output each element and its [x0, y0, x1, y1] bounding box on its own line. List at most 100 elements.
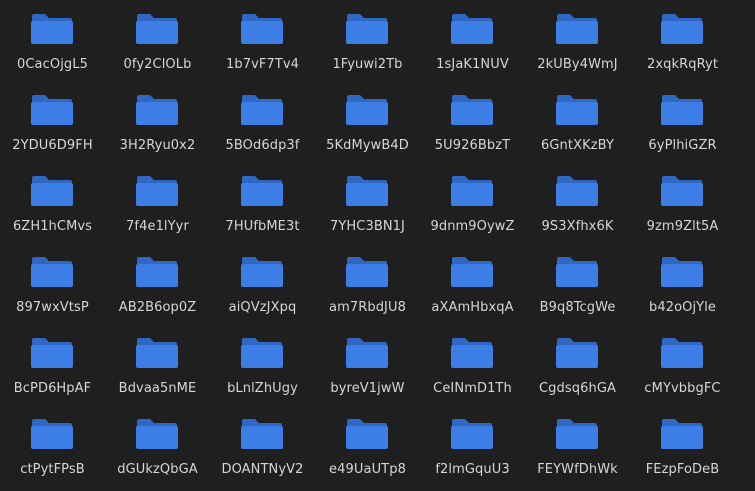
folder-item[interactable]: bLnlZhUgy [210, 324, 315, 404]
folder-icon [30, 175, 74, 207]
folder-item[interactable]: 0fy2ClOLb [105, 0, 210, 80]
folder-icon [135, 175, 179, 207]
folder-icon [660, 337, 704, 369]
folder-label: 7YHC3BN1J [330, 219, 405, 234]
folder-label: cMYvbbgFC [644, 381, 721, 396]
folder-icon [240, 175, 284, 207]
folder-icon [450, 418, 494, 450]
folder-item[interactable]: 2kUBy4WmJ [525, 0, 630, 80]
folder-label: 2kUBy4WmJ [537, 57, 618, 72]
folder-label: 5BOd6dp3f [225, 138, 300, 153]
folder-icon [555, 13, 599, 45]
folder-label: 897wxVtsP [16, 300, 89, 315]
folder-label: Cgdsq6hGA [539, 381, 616, 396]
folder-item[interactable]: 2xqkRqRyt [630, 0, 735, 80]
folder-item[interactable]: DOANTNyV2 [210, 405, 315, 485]
folder-item[interactable]: e49UaUTp8 [315, 405, 420, 485]
folder-label: e49UaUTp8 [329, 462, 406, 477]
folder-icon [345, 418, 389, 450]
folder-label: byreV1jwW [330, 381, 405, 396]
folder-item[interactable]: 5BOd6dp3f [210, 81, 315, 161]
folder-item[interactable]: 7f4e1lYyr [105, 162, 210, 242]
folder-label: 1Fyuwi2Tb [332, 57, 403, 72]
folder-label: 6ZH1hCMvs [12, 219, 93, 234]
folder-item[interactable]: FEYWfDhWk [525, 405, 630, 485]
folder-icon [450, 337, 494, 369]
folder-item[interactable]: 897wxVtsP [0, 243, 105, 323]
folder-item[interactable]: f2lmGquU3 [420, 405, 525, 485]
folder-item[interactable]: 6ZH1hCMvs [0, 162, 105, 242]
folder-item[interactable]: B9q8TcgWe [525, 243, 630, 323]
folder-item[interactable]: dGUkzQbGA [105, 405, 210, 485]
folder-label: 9dnm9OywZ [430, 219, 515, 234]
folder-icon [135, 13, 179, 45]
folder-icon [240, 337, 284, 369]
folder-label: 3H2Ryu0x2 [119, 138, 196, 153]
folder-item[interactable]: 5KdMywB4D [315, 81, 420, 161]
folder-label: B9q8TcgWe [539, 300, 616, 315]
folder-label: 0fy2ClOLb [123, 57, 192, 72]
folder-grid: 0CacOjgL5 0fy2ClOLb 1b7vF7Tv4 1Fyuwi2Tb 1sJa… [0, 0, 755, 491]
folder-icon [135, 256, 179, 288]
folder-item[interactable]: 9S3Xfhx6K [525, 162, 630, 242]
folder-label: 6yPlhiGZR [648, 138, 717, 153]
folder-label: 2YDU6D9FH [12, 138, 93, 153]
folder-item[interactable]: FEzpFoDeB [630, 405, 735, 485]
folder-item[interactable]: 2YDU6D9FH [0, 81, 105, 161]
folder-label: 2xqkRqRyt [646, 57, 719, 72]
folder-item[interactable]: BcPD6HpAF [0, 324, 105, 404]
folder-item[interactable]: 5U926BbzT [420, 81, 525, 161]
folder-item[interactable]: Cgdsq6hGA [525, 324, 630, 404]
folder-label: 0CacOjgL5 [17, 57, 88, 72]
folder-item[interactable]: AB2B6op0Z [105, 243, 210, 323]
folder-label: AB2B6op0Z [118, 300, 197, 315]
folder-item[interactable]: b42oOjYle [630, 243, 735, 323]
folder-icon [345, 256, 389, 288]
folder-icon [30, 418, 74, 450]
folder-label: ctPytFPsB [20, 462, 85, 477]
folder-label: dGUkzQbGA [117, 462, 198, 477]
folder-item[interactable]: aXAmHbxqA [420, 243, 525, 323]
folder-icon [135, 337, 179, 369]
folder-icon [345, 13, 389, 45]
folder-item[interactable]: 1sJaK1NUV [420, 0, 525, 80]
folder-icon [345, 175, 389, 207]
folder-item[interactable]: 9dnm9OywZ [420, 162, 525, 242]
folder-item[interactable]: am7RbdJU8 [315, 243, 420, 323]
folder-icon [660, 175, 704, 207]
folder-icon [30, 94, 74, 126]
folder-label: FEYWfDhWk [537, 462, 618, 477]
folder-icon [135, 94, 179, 126]
folder-icon [555, 175, 599, 207]
folder-icon [240, 94, 284, 126]
folder-label: am7RbdJU8 [329, 300, 406, 315]
folder-item[interactable]: Bdvaa5nME [105, 324, 210, 404]
folder-item[interactable]: 1Fyuwi2Tb [315, 0, 420, 80]
folder-item[interactable]: 6GntXKzBY [525, 81, 630, 161]
folder-label: b42oOjYle [648, 300, 717, 315]
folder-icon [660, 13, 704, 45]
folder-item[interactable]: byreV1jwW [315, 324, 420, 404]
folder-icon [240, 13, 284, 45]
folder-item[interactable]: 7YHC3BN1J [315, 162, 420, 242]
folder-item[interactable]: 7HUfbME3t [210, 162, 315, 242]
folder-item[interactable]: 1b7vF7Tv4 [210, 0, 315, 80]
folder-item[interactable]: aiQVzJXpq [210, 243, 315, 323]
folder-label: bLnlZhUgy [227, 381, 298, 396]
folder-label: BcPD6HpAF [13, 381, 92, 396]
folder-item[interactable]: CeINmD1Th [420, 324, 525, 404]
folder-item[interactable]: 6yPlhiGZR [630, 81, 735, 161]
folder-label: 9S3Xfhx6K [541, 219, 614, 234]
folder-label: aiQVzJXpq [228, 300, 297, 315]
folder-item[interactable]: cMYvbbgFC [630, 324, 735, 404]
folder-label: DOANTNyV2 [221, 462, 304, 477]
folder-item[interactable]: 3H2Ryu0x2 [105, 81, 210, 161]
folder-item[interactable]: 0CacOjgL5 [0, 0, 105, 80]
folder-icon [555, 94, 599, 126]
folder-label: 5U926BbzT [434, 138, 511, 153]
folder-icon [135, 418, 179, 450]
folder-icon [555, 337, 599, 369]
folder-item[interactable]: ctPytFPsB [0, 405, 105, 485]
folder-item[interactable]: 9zm9Zlt5A [630, 162, 735, 242]
folder-label: CeINmD1Th [433, 381, 512, 396]
